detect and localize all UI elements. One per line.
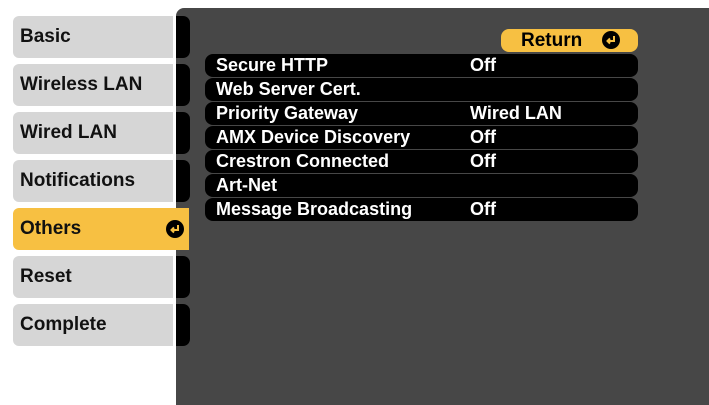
tab-label: Others: [20, 218, 82, 239]
tab-connector: [176, 160, 190, 202]
row-label: Crestron Connected: [216, 151, 390, 171]
tab-reset[interactable]: Reset: [13, 256, 173, 298]
menu-row-message-broadcasting[interactable]: Message Broadcasting Off: [205, 198, 638, 221]
return-button[interactable]: Return: [501, 29, 638, 52]
menu-row-secure-http[interactable]: Secure HTTP Off: [205, 54, 638, 77]
row-value: Wired LAN: [470, 103, 562, 123]
tab-others[interactable]: Others: [13, 208, 189, 250]
menu-row-amx-device-discovery[interactable]: AMX Device Discovery Off: [205, 126, 638, 149]
return-label: Return: [521, 29, 583, 51]
menu-row-web-server-cert[interactable]: Web Server Cert.: [205, 78, 638, 101]
enter-icon: [602, 31, 620, 49]
tab-label: Basic: [20, 26, 71, 47]
enter-icon: [166, 220, 184, 238]
tab-wireless-lan[interactable]: Wireless LAN: [13, 64, 173, 106]
tab-label: Complete: [20, 314, 107, 335]
menu-row-priority-gateway[interactable]: Priority Gateway Wired LAN: [205, 102, 638, 125]
tab-notifications[interactable]: Notifications: [13, 160, 173, 202]
tab-wired-lan[interactable]: Wired LAN: [13, 112, 173, 154]
row-label: Priority Gateway: [216, 103, 359, 123]
tab-connector: [176, 256, 190, 298]
row-value: Off: [470, 55, 496, 75]
tab-complete[interactable]: Complete: [13, 304, 173, 346]
tab-label: Reset: [20, 266, 72, 287]
menu-row-crestron-connected[interactable]: Crestron Connected Off: [205, 150, 638, 173]
tab-connector: [176, 16, 190, 58]
tab-connector: [176, 112, 190, 154]
tab-connector: [176, 304, 190, 346]
row-label: Web Server Cert.: [216, 79, 361, 99]
menu-row-art-net[interactable]: Art-Net: [205, 174, 638, 197]
tab-label: Wired LAN: [20, 122, 117, 143]
row-label: Art-Net: [216, 175, 277, 195]
row-value: Off: [470, 199, 496, 219]
row-value: Off: [470, 127, 496, 147]
tab-connector: [176, 64, 190, 106]
row-label: AMX Device Discovery: [216, 127, 411, 147]
tab-label: Notifications: [20, 170, 136, 191]
tab-basic[interactable]: Basic: [13, 16, 173, 58]
row-label: Message Broadcasting: [216, 199, 413, 219]
row-label: Secure HTTP: [216, 55, 329, 75]
tab-label: Wireless LAN: [20, 74, 143, 95]
row-value: Off: [470, 151, 496, 171]
